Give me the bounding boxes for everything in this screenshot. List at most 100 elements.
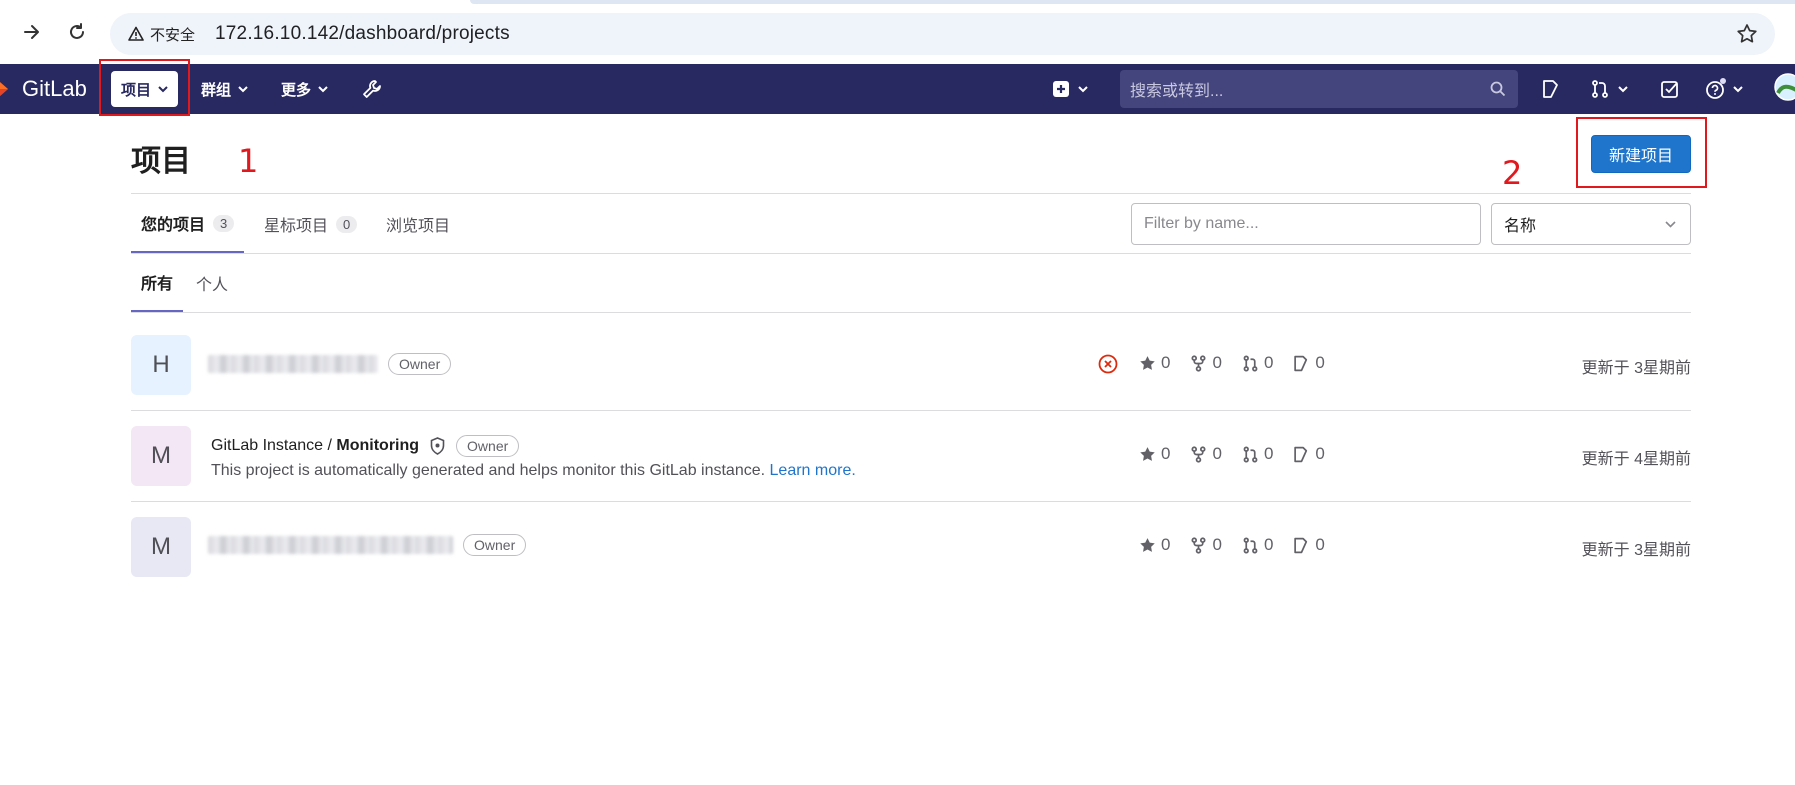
- annotation-box-2: [1576, 117, 1707, 188]
- global-search-input[interactable]: 搜索或转到...: [1120, 70, 1518, 108]
- browser-chrome: 不安全 172.16.10.142/dashboard/projects: [0, 0, 1795, 64]
- warning-icon: [128, 26, 144, 41]
- merge-request-icon: [1592, 80, 1608, 98]
- page-title: 项目: [131, 145, 191, 178]
- nav-groups-dropdown[interactable]: 群组: [191, 71, 258, 107]
- tab-your-projects-label: 您的项目: [141, 217, 206, 234]
- help-dropdown[interactable]: [1705, 77, 1743, 101]
- forks-value: 0: [1212, 353, 1222, 372]
- issues-count[interactable]: 0: [1293, 353, 1325, 373]
- project-name[interactable]: GitLab Instance / Monitoring Owner: [211, 435, 520, 457]
- pipeline-failed-icon[interactable]: [1098, 354, 1118, 374]
- subtab-all-label: 所有: [141, 276, 174, 293]
- annotation-label-1: 1: [238, 142, 259, 180]
- forward-button[interactable]: [18, 18, 46, 46]
- avatar-image-icon: [1774, 73, 1795, 101]
- admin-wrench-button[interactable]: [362, 77, 382, 101]
- address-bar[interactable]: 不安全 172.16.10.142/dashboard/projects: [110, 13, 1775, 55]
- issues-value: 0: [1315, 535, 1325, 554]
- search-icon: [1490, 81, 1506, 97]
- stars-count[interactable]: 0: [1139, 353, 1170, 373]
- gitlab-logo[interactable]: GitLab: [0, 64, 87, 114]
- star-icon: [1140, 355, 1155, 370]
- security-label: 不安全: [150, 26, 196, 44]
- security-indicator[interactable]: 不安全: [122, 20, 205, 48]
- learn-more-link[interactable]: Learn more.: [770, 462, 856, 479]
- forks-value: 0: [1212, 444, 1222, 463]
- tab-starred-projects[interactable]: 星标项目 0: [254, 195, 367, 253]
- project-avatar[interactable]: M: [131, 426, 191, 486]
- url-text[interactable]: 172.16.10.142/dashboard/projects: [215, 23, 510, 45]
- stars-value: 0: [1161, 353, 1171, 372]
- stars-count[interactable]: 0: [1139, 535, 1170, 555]
- updated-time: 更新于 4星期前: [1581, 451, 1691, 468]
- merge-requests-count[interactable]: 0: [1242, 353, 1273, 373]
- merge-requests-value: 0: [1263, 353, 1274, 372]
- tab-explore-projects[interactable]: 浏览项目: [376, 195, 460, 253]
- project-stats: 0 0 0 0: [1139, 535, 1345, 555]
- stars-count[interactable]: 0: [1139, 444, 1170, 464]
- fork-icon: [1191, 445, 1206, 463]
- shield-icon: [430, 437, 445, 455]
- tab-your-projects-count: 3: [213, 214, 235, 232]
- todos-button[interactable]: [1660, 77, 1680, 101]
- issues-count[interactable]: 0: [1293, 535, 1325, 555]
- owner-badge: Owner: [388, 353, 452, 375]
- star-icon: [1140, 446, 1155, 461]
- project-name[interactable]: Owner: [208, 534, 527, 556]
- bookmark-star-icon[interactable]: [1735, 22, 1759, 46]
- project-namespace: GitLab Instance /: [211, 437, 337, 454]
- project-row[interactable]: M Owner 0 0 0 0 更新于 3星期前: [131, 502, 1691, 592]
- stars-value: 0: [1161, 444, 1171, 463]
- forks-count[interactable]: 0: [1190, 535, 1222, 555]
- updated-time: 更新于 3星期前: [1581, 360, 1691, 377]
- user-avatar[interactable]: [1774, 73, 1795, 101]
- forks-count[interactable]: 0: [1190, 444, 1222, 464]
- sort-selected: 名称: [1504, 218, 1537, 235]
- merge-request-icon: [1243, 355, 1258, 371]
- merge-request-icon: [1243, 446, 1258, 462]
- header-divider: [131, 193, 1691, 194]
- issues-value: 0: [1315, 353, 1325, 372]
- chevron-down-icon: [1078, 85, 1088, 92]
- reload-icon: [70, 23, 84, 39]
- reload-button[interactable]: [63, 18, 91, 46]
- chevron-down-icon: [318, 85, 328, 92]
- filter-by-name-input[interactable]: Filter by name...: [1131, 203, 1481, 245]
- project-avatar[interactable]: H: [131, 335, 191, 395]
- issues-nav-button[interactable]: [1541, 77, 1561, 101]
- chevron-down-icon: [1665, 221, 1676, 228]
- merge-requests-count[interactable]: 0: [1242, 444, 1273, 464]
- nav-more-label: 更多: [281, 81, 312, 99]
- merge-requests-count[interactable]: 0: [1242, 535, 1273, 555]
- new-item-dropdown[interactable]: [1052, 77, 1088, 101]
- subtab-personal[interactable]: 个人: [186, 254, 238, 312]
- merge-requests-value: 0: [1263, 444, 1274, 463]
- merge-request-icon: [1243, 537, 1258, 553]
- chevron-down-icon: [1733, 85, 1743, 92]
- tab-your-projects[interactable]: 您的项目 3: [131, 195, 245, 253]
- issues-icon: [1294, 355, 1308, 371]
- project-title: Monitoring: [336, 437, 420, 454]
- issues-icon: [1543, 80, 1558, 98]
- subtabs-divider: [131, 312, 1691, 313]
- brand-name: GitLab: [22, 76, 87, 101]
- tab-strip-edge: [470, 0, 1795, 4]
- subtab-all[interactable]: 所有: [131, 254, 184, 312]
- owner-badge: Owner: [463, 534, 527, 556]
- sort-dropdown[interactable]: 名称: [1491, 203, 1691, 245]
- nav-groups-label: 群组: [201, 81, 232, 99]
- project-avatar[interactable]: M: [131, 517, 191, 577]
- project-row[interactable]: M GitLab Instance / Monitoring Owner Thi…: [131, 411, 1691, 501]
- project-name[interactable]: Owner: [208, 353, 452, 375]
- fork-icon: [1191, 536, 1206, 554]
- chevron-down-icon: [1618, 85, 1628, 92]
- tab-explore-projects-label: 浏览项目: [386, 218, 451, 235]
- project-row[interactable]: H Owner 0 0 0 0 更新于 3星期前: [131, 320, 1691, 410]
- issues-count[interactable]: 0: [1293, 444, 1325, 464]
- annotation-box-1: [99, 59, 190, 116]
- redacted-project-name: [208, 355, 378, 373]
- merge-requests-dropdown[interactable]: [1590, 77, 1628, 101]
- forks-count[interactable]: 0: [1190, 353, 1222, 373]
- nav-more-dropdown[interactable]: 更多: [271, 71, 338, 107]
